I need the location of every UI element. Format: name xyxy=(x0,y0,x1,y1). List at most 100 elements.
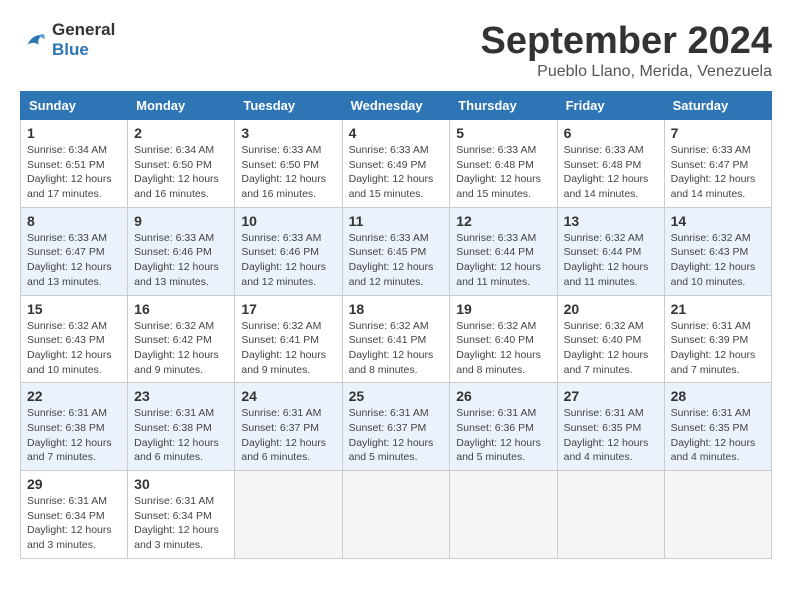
day-info: Sunrise: 6:32 AMSunset: 6:40 PMDaylight:… xyxy=(564,319,658,378)
calendar-cell: 27 Sunrise: 6:31 AMSunset: 6:35 PMDaylig… xyxy=(557,383,664,471)
calendar-cell: 8 Sunrise: 6:33 AMSunset: 6:47 PMDayligh… xyxy=(21,207,128,295)
calendar-week-row: 15 Sunrise: 6:32 AMSunset: 6:43 PMDaylig… xyxy=(21,295,772,383)
calendar-cell: 18 Sunrise: 6:32 AMSunset: 6:41 PMDaylig… xyxy=(342,295,450,383)
calendar-cell: 19 Sunrise: 6:32 AMSunset: 6:40 PMDaylig… xyxy=(450,295,557,383)
calendar-week-row: 8 Sunrise: 6:33 AMSunset: 6:47 PMDayligh… xyxy=(21,207,772,295)
header-friday: Friday xyxy=(557,92,664,120)
calendar-cell: 29 Sunrise: 6:31 AMSunset: 6:34 PMDaylig… xyxy=(21,471,128,559)
day-number: 4 xyxy=(349,125,444,141)
day-number: 26 xyxy=(456,388,550,404)
day-info: Sunrise: 6:31 AMSunset: 6:34 PMDaylight:… xyxy=(27,494,121,553)
day-number: 24 xyxy=(241,388,335,404)
day-number: 14 xyxy=(671,213,765,229)
day-number: 21 xyxy=(671,301,765,317)
calendar-cell: 1 Sunrise: 6:34 AMSunset: 6:51 PMDayligh… xyxy=(21,120,128,208)
day-info: Sunrise: 6:31 AMSunset: 6:38 PMDaylight:… xyxy=(134,406,228,465)
day-info: Sunrise: 6:31 AMSunset: 6:37 PMDaylight:… xyxy=(241,406,335,465)
day-info: Sunrise: 6:33 AMSunset: 6:50 PMDaylight:… xyxy=(241,143,335,202)
day-info: Sunrise: 6:33 AMSunset: 6:49 PMDaylight:… xyxy=(349,143,444,202)
day-number: 12 xyxy=(456,213,550,229)
calendar-cell: 10 Sunrise: 6:33 AMSunset: 6:46 PMDaylig… xyxy=(235,207,342,295)
header-sunday: Sunday xyxy=(21,92,128,120)
calendar-week-row: 29 Sunrise: 6:31 AMSunset: 6:34 PMDaylig… xyxy=(21,471,772,559)
calendar-cell xyxy=(342,471,450,559)
day-number: 9 xyxy=(134,213,228,229)
calendar-cell xyxy=(235,471,342,559)
calendar-table: Sunday Monday Tuesday Wednesday Thursday… xyxy=(20,91,772,559)
day-number: 15 xyxy=(27,301,121,317)
day-info: Sunrise: 6:31 AMSunset: 6:34 PMDaylight:… xyxy=(134,494,228,553)
day-info: Sunrise: 6:33 AMSunset: 6:44 PMDaylight:… xyxy=(456,231,550,290)
calendar-cell: 3 Sunrise: 6:33 AMSunset: 6:50 PMDayligh… xyxy=(235,120,342,208)
day-info: Sunrise: 6:33 AMSunset: 6:45 PMDaylight:… xyxy=(349,231,444,290)
day-number: 5 xyxy=(456,125,550,141)
day-info: Sunrise: 6:32 AMSunset: 6:43 PMDaylight:… xyxy=(671,231,765,290)
calendar-cell: 28 Sunrise: 6:31 AMSunset: 6:35 PMDaylig… xyxy=(664,383,771,471)
day-info: Sunrise: 6:31 AMSunset: 6:35 PMDaylight:… xyxy=(564,406,658,465)
day-number: 27 xyxy=(564,388,658,404)
day-number: 19 xyxy=(456,301,550,317)
calendar-cell: 14 Sunrise: 6:32 AMSunset: 6:43 PMDaylig… xyxy=(664,207,771,295)
calendar-cell: 16 Sunrise: 6:32 AMSunset: 6:42 PMDaylig… xyxy=(128,295,235,383)
month-title: September 2024 xyxy=(481,20,773,63)
header-saturday: Saturday xyxy=(664,92,771,120)
day-number: 28 xyxy=(671,388,765,404)
day-number: 2 xyxy=(134,125,228,141)
calendar-cell: 6 Sunrise: 6:33 AMSunset: 6:48 PMDayligh… xyxy=(557,120,664,208)
day-number: 10 xyxy=(241,213,335,229)
day-number: 6 xyxy=(564,125,658,141)
calendar-cell: 11 Sunrise: 6:33 AMSunset: 6:45 PMDaylig… xyxy=(342,207,450,295)
calendar-cell: 22 Sunrise: 6:31 AMSunset: 6:38 PMDaylig… xyxy=(21,383,128,471)
calendar-cell: 23 Sunrise: 6:31 AMSunset: 6:38 PMDaylig… xyxy=(128,383,235,471)
day-number: 11 xyxy=(349,213,444,229)
day-info: Sunrise: 6:33 AMSunset: 6:47 PMDaylight:… xyxy=(671,143,765,202)
day-number: 20 xyxy=(564,301,658,317)
day-info: Sunrise: 6:34 AMSunset: 6:51 PMDaylight:… xyxy=(27,143,121,202)
calendar-cell: 12 Sunrise: 6:33 AMSunset: 6:44 PMDaylig… xyxy=(450,207,557,295)
logo-text: General Blue xyxy=(52,20,115,60)
calendar-cell xyxy=(557,471,664,559)
day-info: Sunrise: 6:32 AMSunset: 6:41 PMDaylight:… xyxy=(349,319,444,378)
day-number: 13 xyxy=(564,213,658,229)
calendar-cell: 15 Sunrise: 6:32 AMSunset: 6:43 PMDaylig… xyxy=(21,295,128,383)
calendar-cell: 4 Sunrise: 6:33 AMSunset: 6:49 PMDayligh… xyxy=(342,120,450,208)
day-info: Sunrise: 6:32 AMSunset: 6:42 PMDaylight:… xyxy=(134,319,228,378)
calendar-cell: 30 Sunrise: 6:31 AMSunset: 6:34 PMDaylig… xyxy=(128,471,235,559)
calendar-week-row: 1 Sunrise: 6:34 AMSunset: 6:51 PMDayligh… xyxy=(21,120,772,208)
title-block: September 2024 Pueblo Llano, Merida, Ven… xyxy=(481,20,773,81)
calendar-cell: 9 Sunrise: 6:33 AMSunset: 6:46 PMDayligh… xyxy=(128,207,235,295)
day-info: Sunrise: 6:32 AMSunset: 6:43 PMDaylight:… xyxy=(27,319,121,378)
header-thursday: Thursday xyxy=(450,92,557,120)
day-number: 16 xyxy=(134,301,228,317)
location-subtitle: Pueblo Llano, Merida, Venezuela xyxy=(481,63,773,81)
day-number: 3 xyxy=(241,125,335,141)
calendar-cell: 21 Sunrise: 6:31 AMSunset: 6:39 PMDaylig… xyxy=(664,295,771,383)
day-number: 8 xyxy=(27,213,121,229)
calendar-cell xyxy=(664,471,771,559)
calendar-cell: 13 Sunrise: 6:32 AMSunset: 6:44 PMDaylig… xyxy=(557,207,664,295)
day-info: Sunrise: 6:31 AMSunset: 6:36 PMDaylight:… xyxy=(456,406,550,465)
logo: General Blue xyxy=(20,20,115,60)
day-info: Sunrise: 6:31 AMSunset: 6:38 PMDaylight:… xyxy=(27,406,121,465)
calendar-cell: 5 Sunrise: 6:33 AMSunset: 6:48 PMDayligh… xyxy=(450,120,557,208)
day-number: 25 xyxy=(349,388,444,404)
calendar-cell: 17 Sunrise: 6:32 AMSunset: 6:41 PMDaylig… xyxy=(235,295,342,383)
calendar-header-row: Sunday Monday Tuesday Wednesday Thursday… xyxy=(21,92,772,120)
day-info: Sunrise: 6:33 AMSunset: 6:47 PMDaylight:… xyxy=(27,231,121,290)
calendar-cell: 26 Sunrise: 6:31 AMSunset: 6:36 PMDaylig… xyxy=(450,383,557,471)
header-monday: Monday xyxy=(128,92,235,120)
day-number: 23 xyxy=(134,388,228,404)
day-info: Sunrise: 6:33 AMSunset: 6:46 PMDaylight:… xyxy=(241,231,335,290)
day-info: Sunrise: 6:32 AMSunset: 6:44 PMDaylight:… xyxy=(564,231,658,290)
day-number: 18 xyxy=(349,301,444,317)
calendar-cell: 20 Sunrise: 6:32 AMSunset: 6:40 PMDaylig… xyxy=(557,295,664,383)
calendar-week-row: 22 Sunrise: 6:31 AMSunset: 6:38 PMDaylig… xyxy=(21,383,772,471)
day-info: Sunrise: 6:31 AMSunset: 6:37 PMDaylight:… xyxy=(349,406,444,465)
header-wednesday: Wednesday xyxy=(342,92,450,120)
day-info: Sunrise: 6:33 AMSunset: 6:46 PMDaylight:… xyxy=(134,231,228,290)
header-tuesday: Tuesday xyxy=(235,92,342,120)
calendar-cell xyxy=(450,471,557,559)
day-number: 30 xyxy=(134,476,228,492)
day-info: Sunrise: 6:33 AMSunset: 6:48 PMDaylight:… xyxy=(564,143,658,202)
day-info: Sunrise: 6:34 AMSunset: 6:50 PMDaylight:… xyxy=(134,143,228,202)
